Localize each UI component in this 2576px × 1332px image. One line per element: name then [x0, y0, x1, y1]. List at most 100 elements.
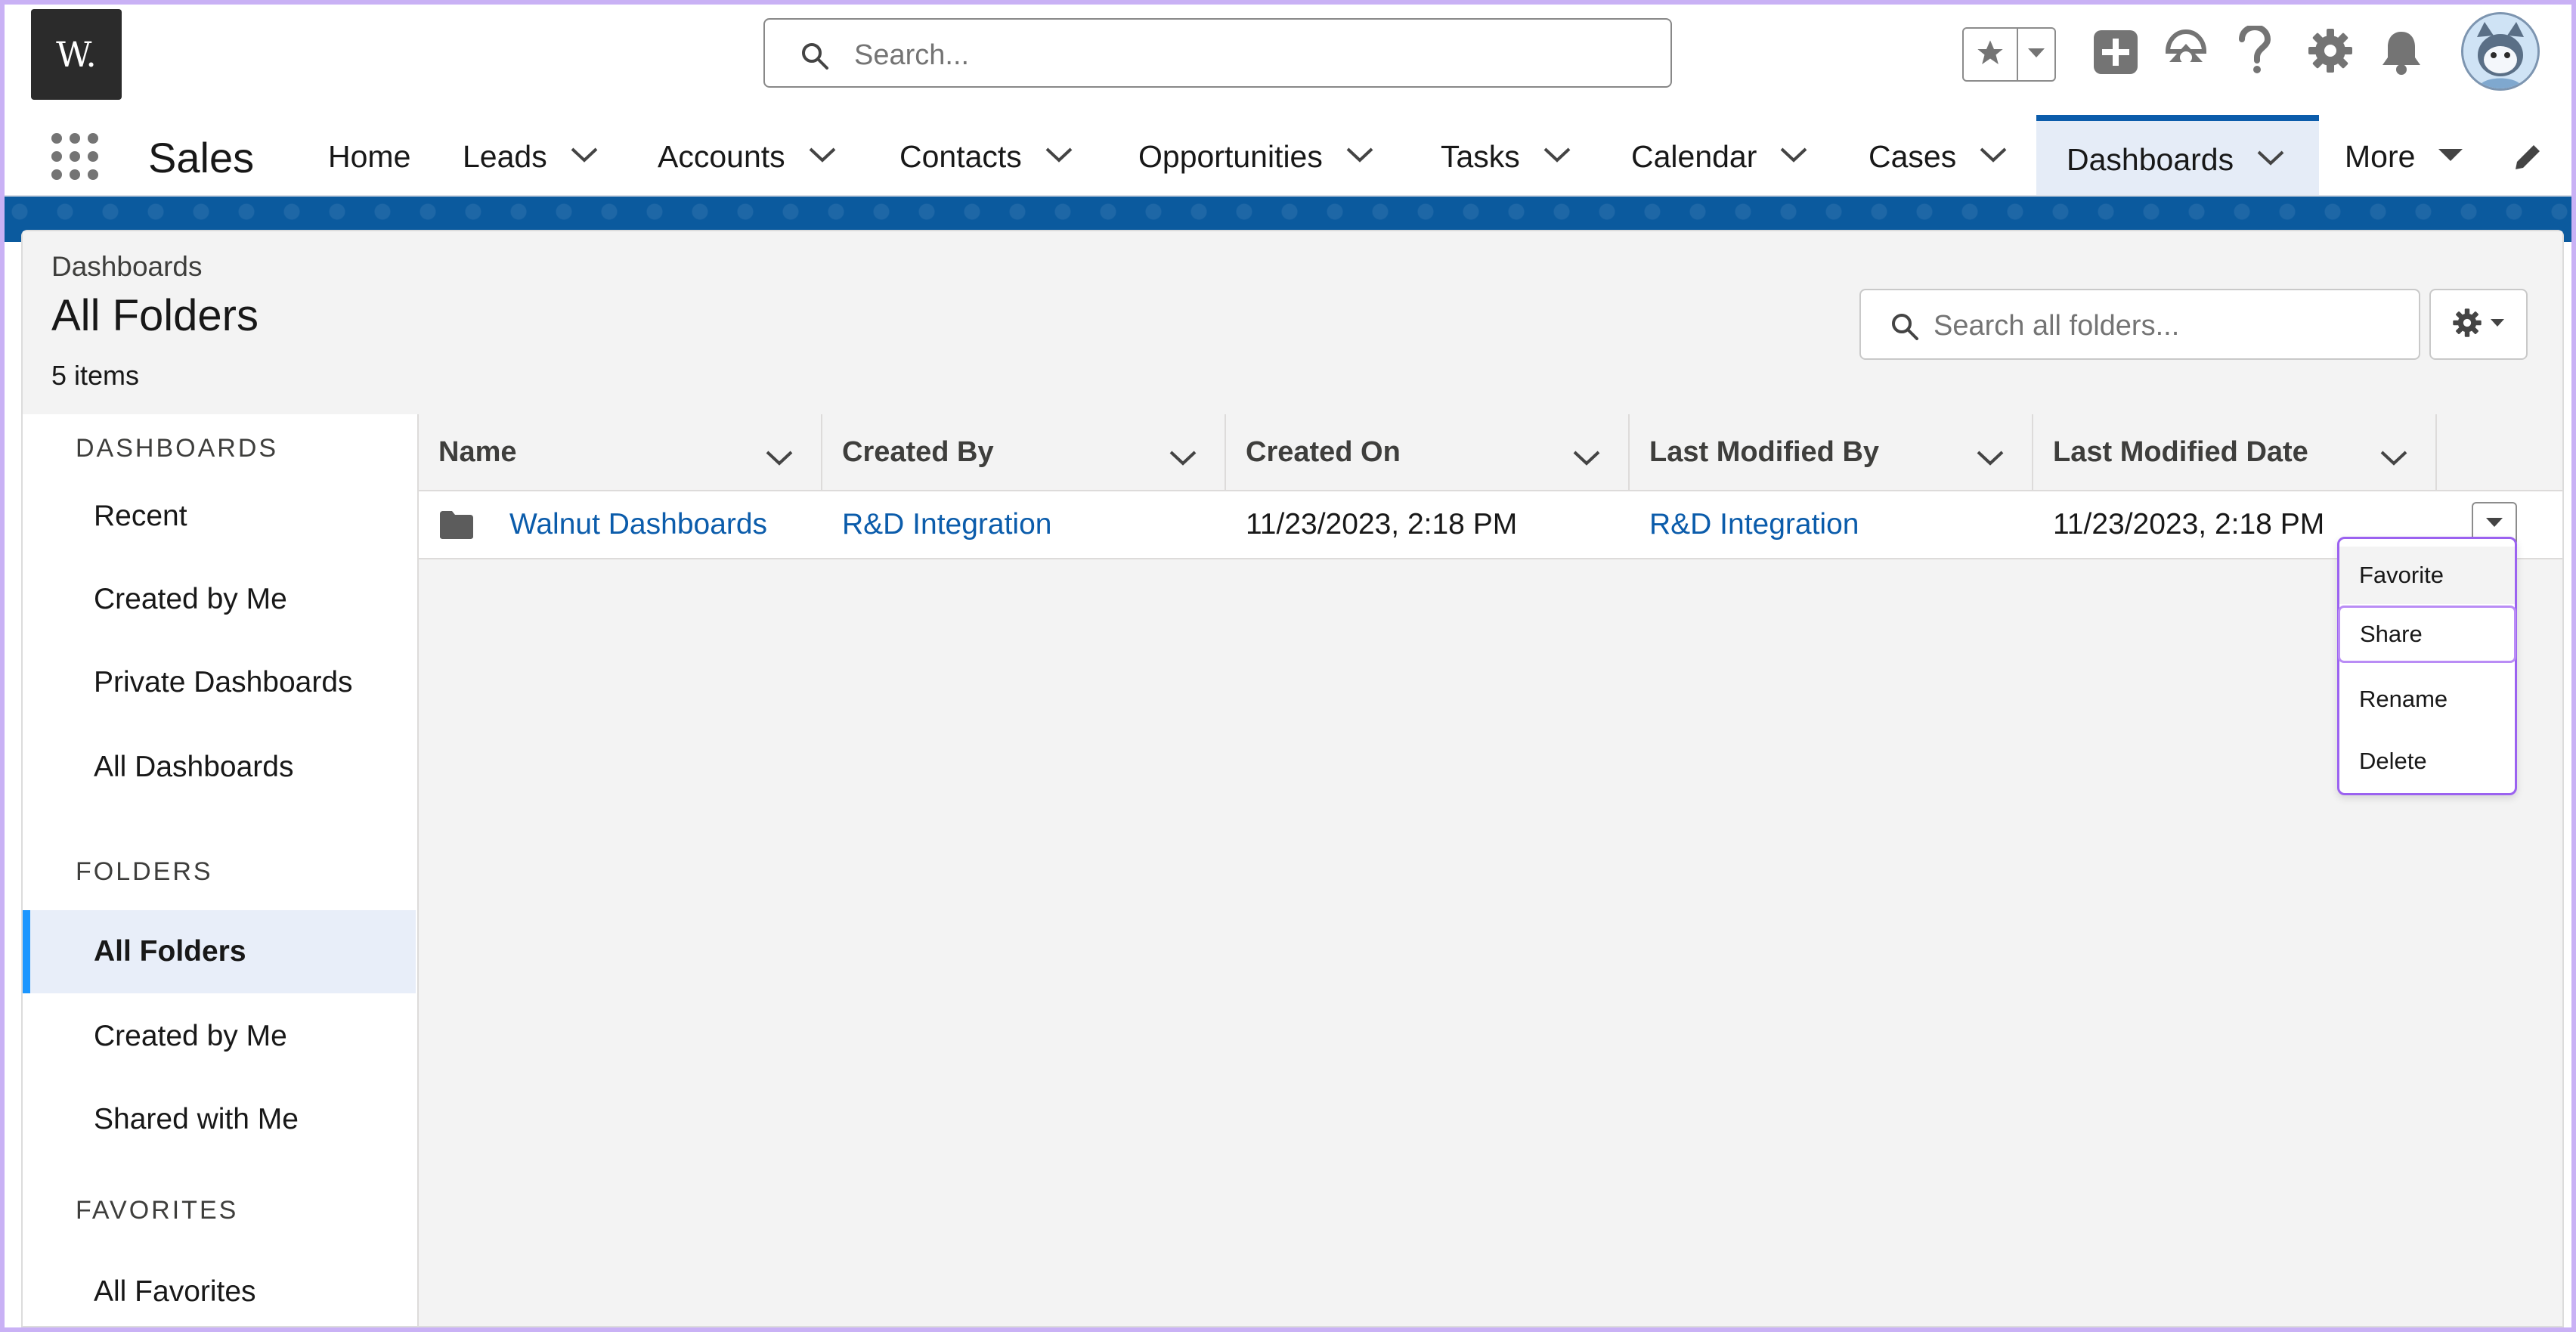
nav-tab-label: Cases [1869, 138, 1957, 174]
column-header-name[interactable]: Name [419, 414, 822, 490]
sidebar-item-recent[interactable]: Recent [23, 475, 416, 558]
edit-nav-pencil-icon[interactable] [2511, 141, 2544, 178]
menu-item-rename[interactable]: Rename [2339, 671, 2515, 728]
chevron-down-icon[interactable] [808, 147, 837, 167]
sidebar-item-all-folders[interactable]: All Folders [23, 910, 416, 993]
chevron-down-icon[interactable] [1572, 441, 1601, 474]
sidebar-item-all-dashboards[interactable]: All Dashboards [23, 726, 416, 809]
nav-tab-label: Opportunities [1138, 138, 1323, 174]
nav-tab-leads[interactable]: Leads [463, 115, 599, 198]
nav-tab-opportunities[interactable]: Opportunities [1138, 115, 1374, 198]
sidebar-item-label: Created by Me [94, 1020, 287, 1052]
favorites-button-group [1962, 27, 2056, 82]
trailhead-icon[interactable] [2162, 27, 2210, 79]
nav-tab-label: Contacts [899, 138, 1022, 174]
last-modified-by-link[interactable]: R&D Integration [1649, 491, 1859, 558]
org-logo[interactable]: W. [31, 9, 122, 100]
sidebar-heading-favorites: FAVORITES [76, 1196, 239, 1225]
nav-tab-tasks[interactable]: Tasks [1441, 115, 1571, 198]
global-search-placeholder: Search... [854, 39, 970, 71]
row-actions-menu: Favorite Share Rename Delete [2337, 537, 2517, 795]
folder-name-link[interactable]: Walnut Dashboards [509, 491, 767, 558]
chevron-down-icon[interactable] [765, 441, 794, 474]
column-header-label: Last Modified By [1649, 435, 1880, 468]
column-header-label: Name [438, 435, 517, 468]
sidebar-item-shared-with-me[interactable]: Shared with Me [23, 1078, 416, 1161]
chevron-down-icon[interactable] [1979, 147, 2008, 167]
created-by-link[interactable]: R&D Integration [842, 491, 1051, 558]
menu-item-label: Delete [2359, 748, 2427, 774]
sidebar-item-label: Created by Me [94, 583, 287, 615]
column-header-label: Last Modified Date [2053, 435, 2308, 468]
nav-tab-home[interactable]: Home [328, 115, 410, 198]
sidebar-item-label: All Dashboards [94, 751, 294, 783]
nav-tab-more[interactable]: More [2345, 115, 2463, 198]
menu-item-share[interactable]: Share [2338, 606, 2516, 663]
breadcrumb[interactable]: Dashboards [51, 251, 203, 283]
chevron-down-icon[interactable] [570, 147, 599, 167]
chevron-down-icon[interactable] [1169, 441, 1197, 474]
folder-icon [438, 491, 475, 558]
folder-search-input[interactable]: Search all folders... [1859, 289, 2420, 360]
sidebar-item-all-favorites[interactable]: All Favorites [23, 1250, 416, 1327]
created-on-cell: 11/23/2023, 2:18 PM [1246, 508, 1518, 541]
column-header-last-modified-date[interactable]: Last Modified Date [2033, 414, 2437, 490]
nav-tab-dashboards[interactable]: Dashboards [2036, 115, 2319, 198]
sidebar-heading-folders: FOLDERS [76, 857, 213, 886]
table-header-row: Name Created By Created On Last Modified… [419, 414, 2562, 491]
app-name: Sales [148, 134, 255, 181]
sidebar-item-folders-created-by-me[interactable]: Created by Me [23, 995, 416, 1078]
chevron-down-icon[interactable] [2256, 150, 2285, 170]
nav-tab-label: Tasks [1441, 138, 1520, 174]
sidebar-item-label: All Folders [94, 935, 246, 968]
sidebar-item-label: Shared with Me [94, 1103, 299, 1135]
app-launcher-icon[interactable] [50, 132, 100, 185]
app-window: W. Search... Sales Home Leads Accounts C… [5, 5, 2571, 1327]
setup-gear-icon[interactable] [2307, 27, 2354, 78]
column-header-created-by[interactable]: Created By [822, 414, 1226, 490]
menu-item-favorite[interactable]: Favorite [2339, 547, 2515, 604]
nav-tab-label: Dashboards [2067, 141, 2234, 177]
caret-down-icon [2438, 147, 2463, 166]
nav-tab-contacts[interactable]: Contacts [899, 115, 1073, 198]
favorites-star-button[interactable] [1964, 29, 2018, 80]
nav-tab-label: Home [328, 138, 411, 174]
last-modified-date-cell: 11/23/2023, 2:18 PM [2053, 508, 2325, 541]
nav-tab-accounts[interactable]: Accounts [658, 115, 837, 198]
sidebar-heading-dashboards: DASHBOARDS [76, 434, 279, 463]
nav-tab-calendar[interactable]: Calendar [1631, 115, 1808, 198]
chevron-down-icon[interactable] [1345, 147, 1374, 167]
column-header-last-modified-by[interactable]: Last Modified By [1630, 414, 2033, 490]
chevron-down-icon[interactable] [2379, 441, 2408, 474]
page-header: Dashboards All Folders 5 items Search al… [23, 231, 2562, 413]
nav-tab-cases[interactable]: Cases [1869, 115, 2008, 198]
nav-tab-label: Leads [463, 138, 547, 174]
caret-down-icon [2485, 516, 2503, 532]
column-header-label: Created On [1246, 435, 1401, 468]
chevron-down-icon[interactable] [1779, 147, 1808, 167]
nav-tab-label: Calendar [1631, 138, 1757, 174]
menu-item-label: Rename [2359, 686, 2448, 712]
sidebar-item-private-dashboards[interactable]: Private Dashboards [23, 641, 416, 724]
chevron-down-icon[interactable] [1976, 441, 2005, 474]
page-title: All Folders [51, 291, 259, 340]
add-icon[interactable] [2092, 29, 2139, 79]
chevron-down-icon[interactable] [1543, 147, 1571, 167]
global-header: W. Search... [5, 5, 2571, 115]
notification-bell-icon[interactable] [2379, 29, 2423, 79]
global-search-input[interactable]: Search... [763, 18, 1672, 88]
chevron-down-icon [2026, 46, 2046, 64]
menu-item-delete[interactable]: Delete [2339, 733, 2515, 790]
favorites-menu-button[interactable] [2018, 29, 2054, 80]
nav-tab-label: Accounts [658, 138, 785, 174]
menu-item-label: Favorite [2359, 562, 2444, 588]
avatar[interactable] [2461, 12, 2540, 91]
list-settings-button[interactable] [2429, 289, 2528, 360]
help-icon[interactable] [2236, 23, 2274, 79]
chevron-down-icon[interactable] [1045, 147, 1073, 167]
column-header-created-on[interactable]: Created On [1226, 414, 1630, 490]
sidebar-item-created-by-me[interactable]: Created by Me [23, 558, 416, 641]
menu-item-label: Share [2360, 621, 2423, 647]
gear-icon [2452, 308, 2482, 342]
sidebar-item-label: Private Dashboards [94, 666, 353, 699]
